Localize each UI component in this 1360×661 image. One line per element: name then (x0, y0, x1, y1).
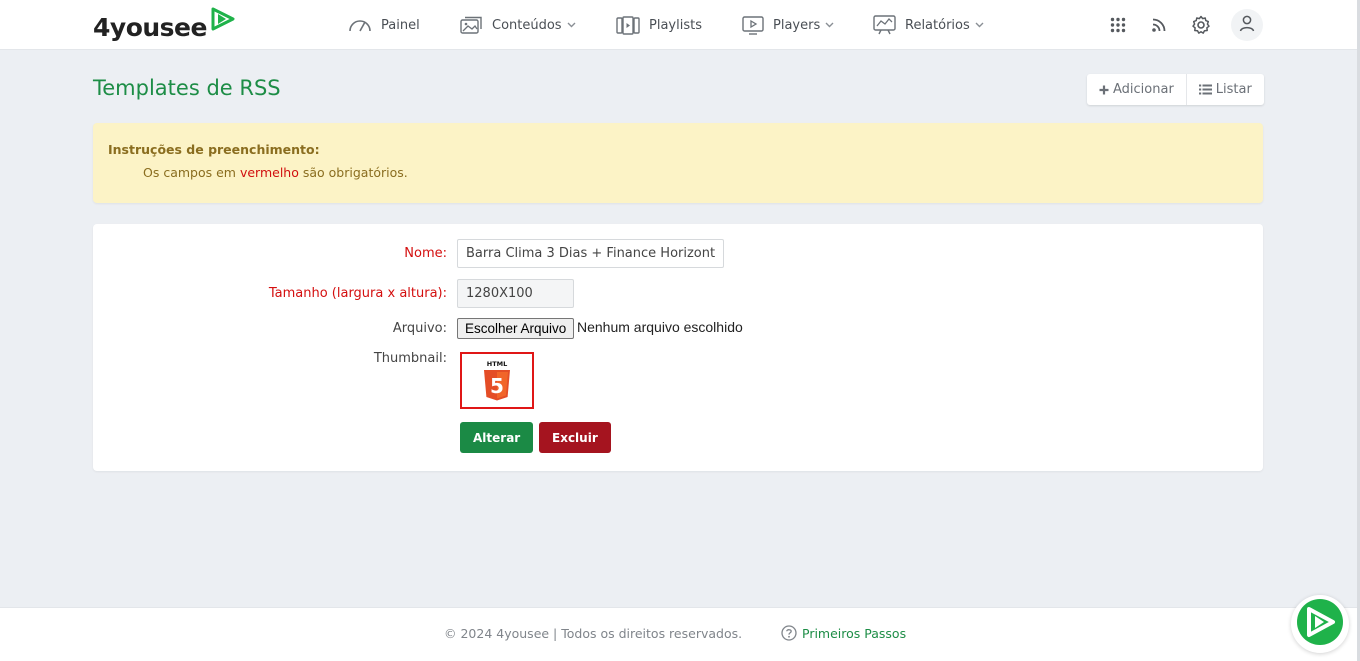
nav-item-playlists[interactable]: Playlists (616, 0, 702, 50)
nav-label: Players (773, 17, 821, 33)
primeiros-passos-link[interactable]: Primeiros Passos (781, 625, 906, 641)
gauge-icon (348, 17, 372, 33)
gear-icon[interactable] (1187, 12, 1215, 38)
rss-icon[interactable] (1145, 12, 1173, 38)
list-button[interactable]: Listar (1185, 74, 1264, 105)
page-title: Templates de RSS (93, 76, 281, 100)
chevron-down-icon (975, 22, 984, 28)
excluir-button[interactable]: Excluir (539, 422, 611, 453)
html5-digit: 5 (490, 374, 504, 398)
alert-body-suffix: são obrigatórios. (302, 165, 408, 180)
brand-logo[interactable]: 4yousee (93, 6, 237, 44)
instructions-alert: Instruções de preenchimento: Os campos e… (93, 123, 1263, 203)
size-label: Tamanho (largura x altura): (268, 286, 447, 301)
nav-item-conteudos[interactable]: Conteúdos (460, 0, 576, 50)
alert-body: Os campos em vermelho são obrigatórios. (143, 165, 408, 180)
nav-label: Playlists (649, 17, 702, 33)
nav-item-painel[interactable]: Painel (348, 0, 420, 50)
footer-copyright: © 2024 4yousee | Todos os direitos reser… (444, 626, 743, 641)
file-label: Arquivo: (392, 321, 447, 336)
brand-play-icon (1296, 598, 1344, 650)
player-screen-icon (742, 15, 764, 35)
name-input[interactable] (457, 239, 724, 268)
chart-screen-icon (873, 15, 896, 35)
apps-grid-icon[interactable] (1104, 12, 1132, 38)
playlist-icon (616, 15, 640, 35)
add-button[interactable]: Adicionar (1087, 74, 1186, 105)
file-status: Nenhum arquivo escolhido (577, 319, 743, 335)
footer: © 2024 4yousee | Todos os direitos reser… (0, 607, 1360, 661)
nav-label: Conteúdos (492, 17, 562, 33)
chevron-down-icon (567, 22, 576, 28)
html5-badge-text: HTML (487, 360, 507, 368)
brand-name: 4yousee (93, 13, 207, 42)
nav-label: Relatórios (905, 17, 970, 33)
add-button-label: Adicionar (1113, 82, 1174, 97)
alterar-button[interactable]: Alterar (460, 422, 534, 453)
brand-play-icon (209, 6, 237, 36)
support-launcher-button[interactable] (1291, 595, 1349, 653)
page-actions: Adicionar Listar (1087, 74, 1264, 105)
nav-item-players[interactable]: Players (742, 0, 834, 50)
nav-label: Painel (381, 17, 420, 33)
user-icon (1239, 15, 1255, 36)
thumbnail-preview[interactable]: HTML 5 (460, 352, 534, 409)
images-icon (460, 16, 483, 35)
alert-body-prefix: Os campos em (143, 165, 236, 180)
user-menu[interactable] (1231, 9, 1263, 41)
name-label: Nome: (404, 246, 447, 261)
choose-file-button[interactable]: Escolher Arquivo (457, 318, 575, 339)
help-link-label: Primeiros Passos (802, 625, 907, 641)
list-icon (1198, 84, 1212, 95)
plus-icon (1099, 85, 1109, 95)
alert-title: Instruções de preenchimento: (108, 142, 320, 157)
alert-body-highlight: vermelho (239, 165, 299, 180)
size-input[interactable] (457, 279, 574, 308)
nav-item-relatorios[interactable]: Relatórios (873, 0, 984, 50)
list-button-label: Listar (1215, 82, 1252, 97)
help-circle-icon (781, 625, 797, 641)
top-navbar: 4yousee Painel Conteúdos Playlists Playe… (0, 0, 1360, 50)
chevron-down-icon (825, 22, 834, 28)
thumbnail-label: Thumbnail: (373, 351, 447, 366)
html5-icon: HTML 5 (484, 360, 510, 400)
